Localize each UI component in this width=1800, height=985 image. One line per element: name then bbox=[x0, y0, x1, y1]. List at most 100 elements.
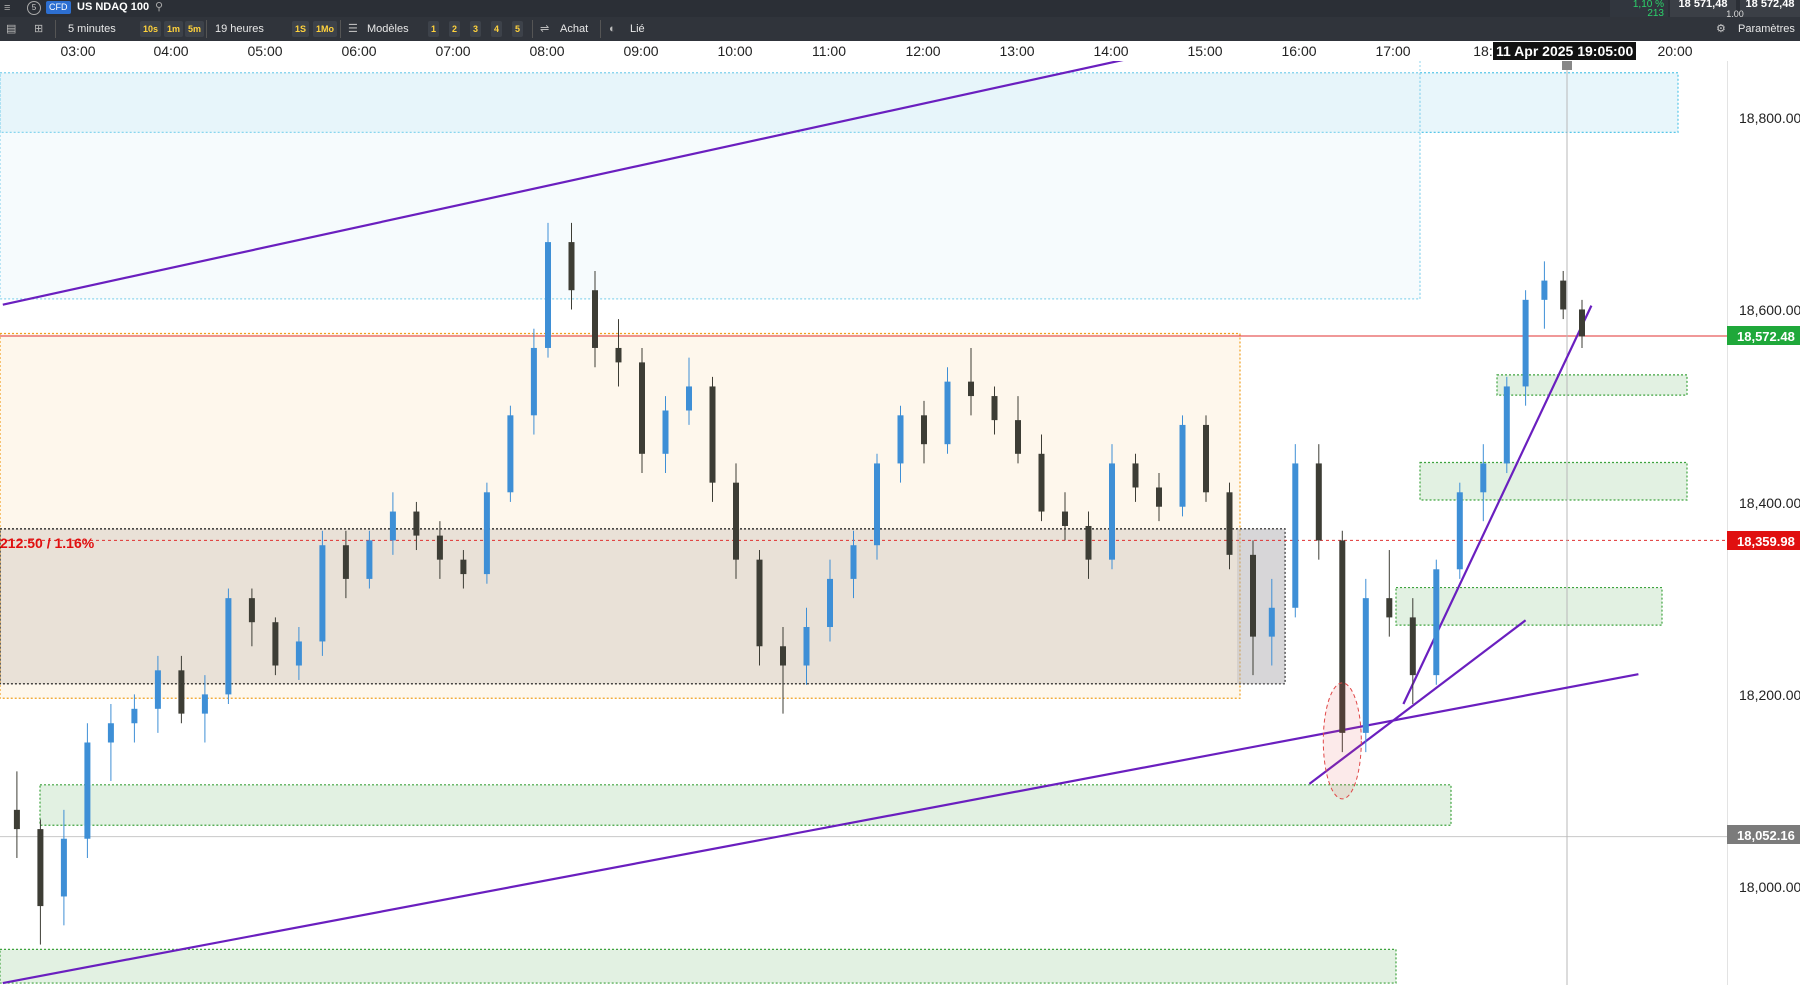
candle-body-50 bbox=[1179, 424, 1186, 507]
candle-body-14 bbox=[342, 545, 349, 579]
cfd-badge: CFD bbox=[46, 1, 71, 14]
candle-body-30 bbox=[709, 386, 716, 483]
candle-body-16 bbox=[389, 511, 396, 541]
candle-body-26 bbox=[615, 347, 622, 363]
candle-body-21 bbox=[507, 415, 514, 493]
zone-range-3 bbox=[0, 528, 1286, 685]
candle-body-62 bbox=[1456, 492, 1463, 570]
crosshair-marker-icon bbox=[1562, 61, 1572, 70]
instrument-bar: ≡ 5 CFD US NDAQ 100 ⚲ 1,10 % 213 18 571,… bbox=[0, 0, 1800, 19]
quick-frame-10s[interactable]: 10s bbox=[140, 21, 162, 37]
candle-body-11 bbox=[272, 622, 279, 666]
change-block: 1,10 % 213 bbox=[1610, 0, 1668, 19]
time-tick-0600: 06:00 bbox=[341, 43, 377, 59]
candle-body-28 bbox=[662, 410, 669, 454]
candle-body-61 bbox=[1433, 569, 1440, 676]
price-chart[interactable]: 18,800.00 18,600.00 18,400.00 18,200.00 … bbox=[0, 61, 1800, 985]
candle-body-53 bbox=[1250, 554, 1256, 637]
candle-body-66 bbox=[1541, 280, 1548, 300]
candle-body-33 bbox=[780, 646, 786, 666]
models-button[interactable]: Modèles bbox=[367, 21, 409, 37]
candle-body-13 bbox=[319, 545, 326, 642]
candle-body-9 bbox=[225, 598, 232, 695]
quick-frame-5m[interactable]: 5m bbox=[185, 21, 205, 37]
time-tick-0900: 09:00 bbox=[623, 43, 659, 59]
layout-3[interactable]: 3 bbox=[470, 21, 482, 37]
layout-5[interactable]: 5 bbox=[512, 21, 524, 37]
time-tick-0500: 05:00 bbox=[247, 43, 283, 59]
candle-body-42 bbox=[991, 396, 998, 421]
candle-body-56 bbox=[1315, 463, 1322, 541]
candle-body-49 bbox=[1156, 487, 1162, 507]
candle-body-29 bbox=[686, 386, 692, 411]
candle-body-15 bbox=[366, 540, 373, 579]
candle-body-6 bbox=[154, 670, 161, 709]
candle-body-0 bbox=[13, 809, 20, 830]
candle-body-22 bbox=[530, 347, 537, 416]
time-tick-18: 18: bbox=[1473, 43, 1493, 59]
layout-1[interactable]: 1 bbox=[428, 21, 440, 37]
candle-body-67 bbox=[1560, 280, 1567, 310]
layout-2[interactable]: 2 bbox=[449, 21, 461, 37]
candle-body-40 bbox=[944, 381, 951, 445]
layout-4[interactable]: 4 bbox=[491, 21, 503, 37]
ref-price-tag: 18,359.98 bbox=[1727, 531, 1800, 550]
candle-body-35 bbox=[827, 578, 833, 628]
candle-body-41 bbox=[968, 381, 974, 397]
time-tick-2000: 20:00 bbox=[1657, 43, 1693, 59]
ask-price[interactable]: 18 572,48 1,00 bbox=[1726, 0, 1800, 19]
candle-body-38 bbox=[897, 415, 904, 464]
current-price-value: 18,572.48 bbox=[1737, 329, 1795, 344]
time-tick-0800: 08:00 bbox=[529, 43, 565, 59]
candle-body-12 bbox=[295, 641, 302, 666]
candle-body-3 bbox=[84, 742, 91, 839]
settings-button[interactable]: Paramètres bbox=[1738, 21, 1795, 37]
timeframe-select[interactable]: 5 minutes bbox=[68, 21, 116, 37]
candle-body-18 bbox=[436, 535, 443, 560]
period-select[interactable]: 19 heures bbox=[215, 21, 264, 37]
quick-period-1s[interactable]: 1S bbox=[292, 21, 310, 37]
ask-value: 18 572,48 bbox=[1745, 0, 1795, 10]
candle-body-1 bbox=[37, 829, 44, 907]
candle-body-24 bbox=[568, 242, 575, 291]
gear-icon[interactable]: ⚙ bbox=[1716, 21, 1726, 37]
panel-icon[interactable]: ▤ bbox=[6, 21, 16, 37]
buy-icon[interactable]: ⇌ bbox=[540, 21, 549, 37]
range-annotation: 212.50 / 1.16% bbox=[0, 535, 95, 551]
candle-body-20 bbox=[483, 492, 490, 575]
time-tick-1500: 15:00 bbox=[1187, 43, 1223, 59]
candle-body-27 bbox=[639, 362, 645, 454]
instrument-name[interactable]: US NDAQ 100 bbox=[77, 0, 149, 15]
crosshair-time-label: 11 Apr 2025 19:05:00 bbox=[1493, 42, 1637, 60]
price-tick-18200: 18,200.00 bbox=[1739, 687, 1800, 703]
candle-body-52 bbox=[1226, 492, 1233, 555]
candle-body-43 bbox=[1015, 420, 1021, 454]
candle-body-51 bbox=[1203, 424, 1209, 493]
quick-period-1mo[interactable]: 1Mo bbox=[313, 21, 337, 37]
candle-body-31 bbox=[733, 482, 739, 560]
current-price-tag: 18,572.48 bbox=[1727, 326, 1800, 345]
candle-body-45 bbox=[1062, 511, 1068, 526]
menu-icon[interactable]: ≡ bbox=[4, 0, 10, 16]
zone-blue-area-1 bbox=[0, 72, 1421, 300]
candle-body-48 bbox=[1132, 463, 1139, 488]
candle-body-34 bbox=[803, 627, 810, 666]
price-tick-18000: 18,000.00 bbox=[1739, 879, 1800, 895]
buy-button[interactable]: Achat bbox=[560, 21, 588, 37]
candle-body-37 bbox=[874, 463, 880, 546]
models-icon[interactable]: ☰ bbox=[348, 21, 358, 37]
layout-grid-icon[interactable]: ⊞ bbox=[34, 21, 43, 37]
candle-body-23 bbox=[545, 242, 551, 348]
candle-body-55 bbox=[1292, 463, 1299, 608]
candle-body-7 bbox=[178, 670, 185, 714]
time-tick-1400: 14:00 bbox=[1093, 43, 1129, 59]
candle-body-44 bbox=[1038, 453, 1045, 512]
link-icon[interactable]: ◐ bbox=[609, 21, 616, 37]
candle-body-47 bbox=[1109, 463, 1115, 560]
candle-body-4 bbox=[107, 723, 114, 743]
low-highlight-ellipse bbox=[1322, 682, 1362, 800]
linked-button[interactable]: Lié bbox=[630, 21, 645, 37]
quick-frame-1m[interactable]: 1m bbox=[164, 21, 184, 37]
search-icon[interactable]: ⚲ bbox=[155, 0, 163, 15]
candle-body-8 bbox=[201, 694, 208, 714]
